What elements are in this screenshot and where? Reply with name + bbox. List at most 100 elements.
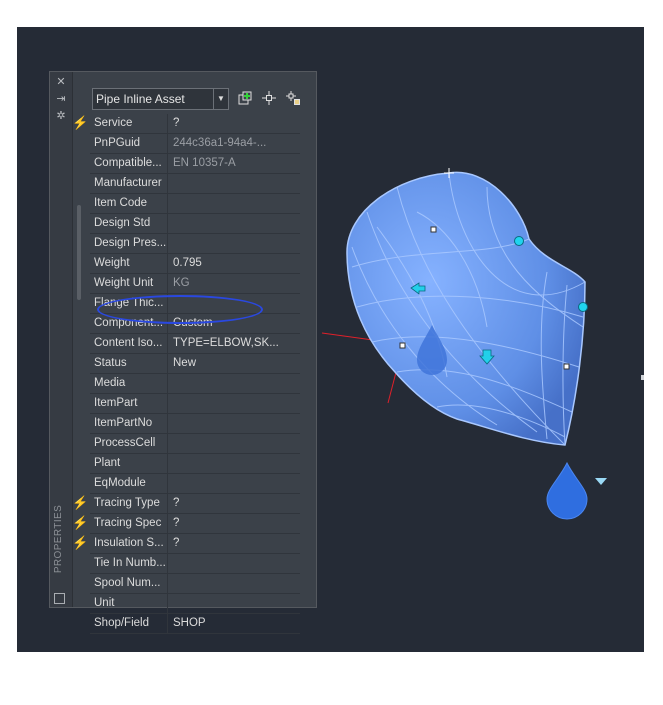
property-name: ItemPart [90, 394, 168, 413]
property-name: Design Std [90, 214, 168, 233]
palette-scrollbar[interactable] [77, 205, 81, 300]
property-name: Unit [90, 594, 168, 613]
property-row[interactable]: ⚡ Insulation S...? [72, 534, 300, 554]
lightning-bolt-icon: ⚡ [72, 495, 89, 510]
property-row[interactable]: Media [90, 374, 300, 394]
property-row[interactable]: Status New [90, 354, 300, 374]
property-name: Item Code [90, 194, 168, 213]
property-name: Weight Unit [90, 274, 168, 293]
lightning-bolt-icon: ⚡ [72, 115, 89, 130]
property-name: Weight [90, 254, 168, 273]
grip-point-right[interactable] [578, 302, 588, 312]
property-name: Tie In Numb... [90, 554, 168, 573]
grip-point-top[interactable] [514, 236, 524, 246]
property-row[interactable]: Tie In Numb... [90, 554, 300, 574]
property-value[interactable] [170, 574, 300, 593]
properties-palette[interactable]: ✕ ⇥ ✲ PROPERTIES Pipe Inline Asset ▼ ⚡ Se… [49, 71, 317, 634]
property-name: Compatible... [90, 154, 168, 173]
property-row[interactable]: ⚡ Tracing Type? [72, 494, 300, 514]
property-value[interactable]: ? [170, 114, 300, 133]
quick-properties-icon[interactable] [54, 593, 65, 604]
property-value[interactable]: ? [170, 514, 300, 533]
model-viewport[interactable]: ✕ ⇥ ✲ PROPERTIES Pipe Inline Asset ▼ ⚡ Se… [17, 27, 644, 652]
settings-icon[interactable]: ✲ [54, 110, 68, 122]
property-value[interactable]: TYPE=ELBOW,SK... [170, 334, 300, 353]
property-row[interactable]: Content Iso... TYPE=ELBOW,SK... [90, 334, 300, 354]
property-value[interactable]: ? [170, 494, 300, 513]
grip-square-1[interactable] [430, 226, 437, 233]
property-row[interactable]: Design Std [90, 214, 300, 234]
property-name: Design Pres... [90, 234, 168, 253]
pick-point-icon[interactable] [260, 90, 278, 108]
property-name: Tracing Type [90, 494, 168, 513]
grip-square-2[interactable] [399, 342, 406, 349]
object-type-value: Pipe Inline Asset [96, 92, 185, 106]
property-name: Service [90, 114, 168, 133]
property-value[interactable]: ? [170, 534, 300, 553]
grip-square-3[interactable] [563, 363, 570, 370]
property-row[interactable]: Manufacturer [90, 174, 300, 194]
property-row[interactable]: Weight 0.795 [90, 254, 300, 274]
property-name: PnPGuid [90, 134, 168, 153]
lightning-bolt-icon: ⚡ [72, 535, 89, 550]
property-value[interactable]: EN 10357-A [170, 154, 300, 173]
property-row[interactable]: Weight Unit KG [90, 274, 300, 294]
close-icon[interactable]: ✕ [54, 76, 68, 88]
property-row[interactable]: ItemPart [90, 394, 300, 414]
chevron-down-icon[interactable]: ▼ [213, 89, 228, 109]
property-row[interactable]: ⚡ Tracing Spec? [72, 514, 300, 534]
property-value[interactable]: KG [170, 274, 300, 293]
drop-glyph[interactable] [546, 461, 588, 520]
property-name: Plant [90, 454, 168, 473]
property-name: Status [90, 354, 168, 373]
property-row[interactable]: EqModule [90, 474, 300, 494]
property-value[interactable] [170, 234, 300, 253]
object-type-select[interactable]: Pipe Inline Asset ▼ [92, 88, 229, 110]
property-name: Tracing Spec [90, 514, 168, 533]
property-value[interactable] [170, 374, 300, 393]
property-row[interactable]: ItemPartNo [90, 414, 300, 434]
property-value[interactable]: New [170, 354, 300, 373]
edge-marker [641, 375, 644, 380]
palette-title: PROPERTIES [53, 504, 64, 574]
property-row[interactable]: Unit [90, 594, 300, 614]
quick-select-icon[interactable] [284, 90, 302, 108]
property-name: ProcessCell [90, 434, 168, 453]
property-value[interactable] [170, 394, 300, 413]
property-value[interactable] [170, 594, 300, 613]
property-name: ItemPartNo [90, 414, 168, 433]
property-row[interactable]: Plant [90, 454, 300, 474]
property-row[interactable]: ProcessCell [90, 434, 300, 454]
property-value[interactable] [170, 454, 300, 473]
property-value[interactable] [170, 414, 300, 433]
property-value[interactable] [170, 194, 300, 213]
property-value[interactable] [170, 174, 300, 193]
property-name: Manufacturer [90, 174, 168, 193]
add-component-icon[interactable] [236, 90, 254, 108]
property-value[interactable] [170, 554, 300, 573]
property-row[interactable]: Item Code [90, 194, 300, 214]
property-name: Media [90, 374, 168, 393]
annotation-ellipse [97, 295, 263, 324]
property-row[interactable]: Shop/Field SHOP [90, 614, 300, 634]
property-grid: ⚡ Service? PnPGuid 244c36a1-94a4-... Compati… [72, 114, 300, 634]
property-name: EqModule [90, 474, 168, 493]
lightning-bolt-icon: ⚡ [72, 515, 89, 530]
property-value[interactable] [170, 434, 300, 453]
property-value[interactable]: SHOP [170, 614, 300, 633]
property-row[interactable]: Spool Num... [90, 574, 300, 594]
auto-hide-icon[interactable]: ⇥ [54, 93, 68, 105]
property-name: Shop/Field [90, 614, 168, 633]
property-name: Spool Num... [90, 574, 168, 593]
property-value[interactable]: 0.795 [170, 254, 300, 273]
property-row[interactable]: PnPGuid 244c36a1-94a4-... [90, 134, 300, 154]
property-row[interactable]: Design Pres... [90, 234, 300, 254]
property-value[interactable] [170, 214, 300, 233]
property-row[interactable]: ⚡ Service? [72, 114, 300, 134]
property-name: Content Iso... [90, 334, 168, 353]
property-value[interactable] [170, 474, 300, 493]
property-row[interactable]: Compatible... EN 10357-A [90, 154, 300, 174]
palette-title-strip[interactable]: ✕ ⇥ ✲ PROPERTIES [50, 72, 73, 607]
property-value[interactable]: 244c36a1-94a4-... [170, 134, 300, 153]
drop-dropdown-arrow-icon[interactable] [595, 478, 607, 485]
